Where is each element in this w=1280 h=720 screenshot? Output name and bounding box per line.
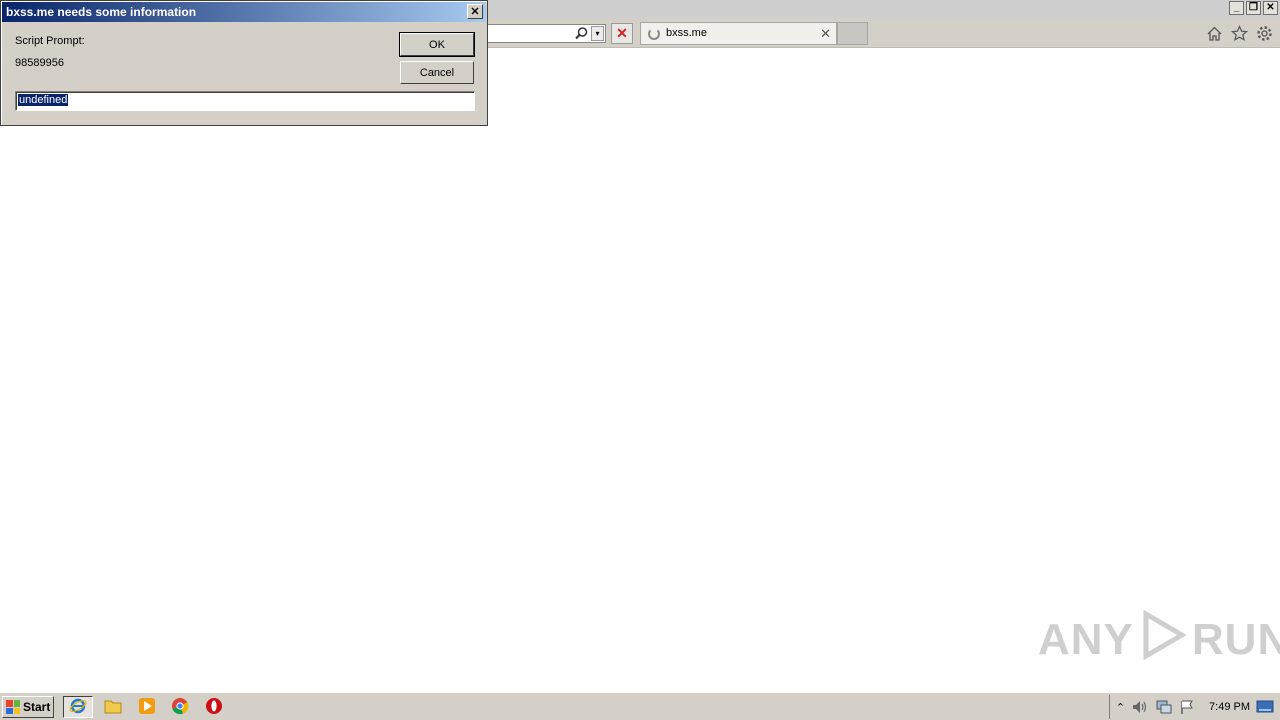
new-tab-button[interactable] — [837, 22, 868, 45]
tab-title: bxss.me — [666, 27, 707, 39]
tab-bxss[interactable]: bxss.me ✕ — [640, 22, 837, 45]
taskbar-chrome-button[interactable] — [165, 696, 195, 718]
anyrun-watermark: ANY RUN — [1038, 609, 1280, 671]
internet-explorer-icon — [69, 697, 87, 718]
address-bar[interactable]: ▾ — [486, 24, 606, 43]
opera-icon — [205, 697, 223, 718]
speaker-icon[interactable] — [1131, 699, 1149, 715]
dialog-title: bxss.me needs some information — [6, 5, 197, 19]
toolbar-icons — [1205, 24, 1274, 43]
ok-button[interactable]: OK — [399, 32, 475, 57]
tab-close-button[interactable]: ✕ — [820, 26, 831, 42]
prompt-input-value: undefined — [18, 94, 69, 106]
loading-spinner-icon — [648, 28, 660, 40]
dialog-title-bar: bxss.me needs some information ✕ — [2, 2, 486, 22]
folder-icon — [104, 698, 122, 717]
watermark-right: RUN — [1191, 615, 1280, 664]
windows-logo-icon — [6, 700, 20, 714]
dialog-close-button[interactable]: ✕ — [467, 4, 483, 19]
window-controls: _ ❐ ✕ — [1229, 1, 1278, 15]
restore-button[interactable]: ❐ — [1246, 1, 1261, 15]
start-label: Start — [23, 700, 51, 714]
prompt-label: Script Prompt: — [15, 35, 85, 47]
search-icon[interactable] — [574, 26, 589, 41]
tray-expand-icon[interactable]: ⌃ — [1116, 701, 1125, 714]
clock[interactable]: 7:49 PM — [1209, 701, 1250, 713]
taskbar-explorer-button[interactable] — [98, 696, 128, 718]
address-dropdown-button[interactable]: ▾ — [591, 26, 604, 41]
start-button[interactable]: Start — [2, 696, 54, 718]
gear-icon[interactable] — [1255, 24, 1274, 43]
show-desktop-icon[interactable] — [1256, 700, 1274, 714]
taskbar-opera-button[interactable] — [199, 696, 229, 718]
minimize-button[interactable]: _ — [1229, 1, 1244, 15]
window-close-button[interactable]: ✕ — [1263, 1, 1278, 15]
action-center-flag-icon[interactable] — [1179, 699, 1195, 715]
taskbar-ie-button[interactable] — [63, 696, 93, 718]
taskbar-media-player-button[interactable] — [132, 696, 162, 718]
prompt-input[interactable]: undefined — [15, 91, 475, 111]
taskbar: Start ⌃ 7:49 PM — [0, 692, 1280, 720]
home-icon[interactable] — [1205, 24, 1224, 43]
chrome-icon — [171, 697, 189, 718]
network-icon[interactable] — [1155, 699, 1173, 715]
system-tray: ⌃ 7:49 PM — [1108, 695, 1280, 719]
stop-button[interactable]: ✕ — [611, 23, 633, 44]
favorites-star-icon[interactable] — [1230, 24, 1249, 43]
play-logo-icon — [1140, 609, 1187, 671]
watermark-left: ANY — [1038, 615, 1134, 664]
prompt-message: 98589956 — [15, 57, 64, 69]
script-prompt-dialog: bxss.me needs some information ✕ Script … — [0, 0, 488, 126]
cancel-button[interactable]: Cancel — [400, 61, 474, 84]
media-player-icon — [138, 697, 156, 718]
